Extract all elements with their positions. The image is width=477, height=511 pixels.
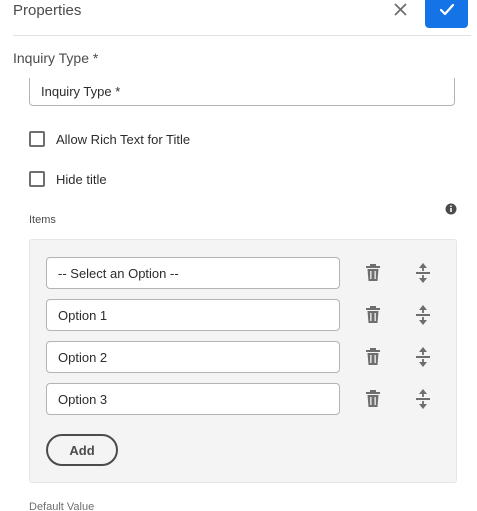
list-item: Option 1: [46, 299, 446, 331]
header-divider: [13, 35, 471, 36]
checkbox-label: Allow Rich Text for Title: [56, 131, 191, 147]
trash-icon: [366, 306, 380, 323]
reorder-handle[interactable]: [413, 388, 433, 410]
reorder-handle[interactable]: [413, 304, 433, 326]
section-title: Inquiry Type *: [13, 50, 99, 66]
title-input[interactable]: Inquiry Type *: [29, 78, 455, 106]
move-icon: [416, 305, 430, 325]
list-item: Option 2: [46, 341, 446, 373]
close-icon: [394, 3, 407, 16]
done-button[interactable]: [425, 0, 468, 28]
move-icon: [416, 389, 430, 409]
allow-rich-text-checkbox[interactable]: Allow Rich Text for Title: [29, 131, 190, 147]
info-icon[interactable]: [445, 202, 457, 215]
list-item: -- Select an Option --: [46, 257, 446, 289]
item-input[interactable]: -- Select an Option --: [46, 257, 340, 289]
trash-icon: [366, 264, 380, 281]
dialog-title: Properties: [13, 2, 82, 19]
checkbox-box[interactable]: [29, 131, 45, 147]
checkmark-icon: [439, 3, 454, 16]
move-icon: [416, 347, 430, 367]
checkbox-box[interactable]: [29, 171, 45, 187]
delete-item-button[interactable]: [362, 347, 384, 367]
item-input[interactable]: Option 3: [46, 383, 340, 415]
item-input[interactable]: Option 1: [46, 299, 340, 331]
next-field-label: Default Value: [29, 502, 95, 511]
hide-title-checkbox[interactable]: Hide title: [29, 171, 107, 187]
delete-item-button[interactable]: [362, 389, 384, 409]
add-item-button[interactable]: Add: [46, 434, 118, 466]
trash-icon: [366, 348, 380, 365]
close-button[interactable]: [390, 0, 412, 22]
reorder-handle[interactable]: [413, 346, 433, 368]
move-icon: [416, 263, 430, 283]
items-label: Items: [29, 214, 56, 226]
reorder-handle[interactable]: [413, 262, 433, 284]
checkbox-label: Hide title: [56, 171, 107, 187]
trash-icon: [366, 390, 380, 407]
delete-item-button[interactable]: [362, 263, 384, 283]
item-input[interactable]: Option 2: [46, 341, 340, 373]
delete-item-button[interactable]: [362, 305, 384, 325]
list-item: Option 3: [46, 383, 446, 415]
items-panel: -- Select an Option -- Option 1 Option 2…: [29, 239, 457, 483]
